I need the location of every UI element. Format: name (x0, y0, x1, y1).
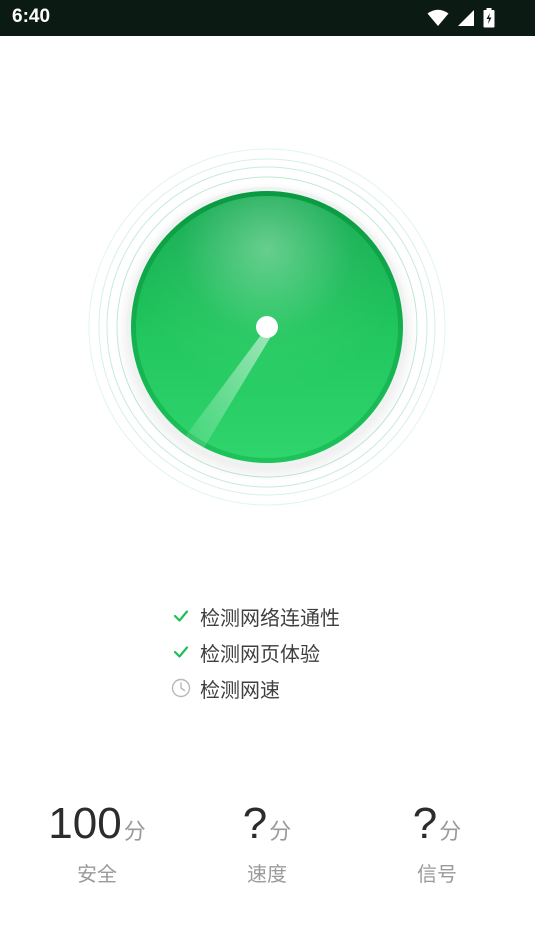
score-unit: 分 (439, 820, 462, 845)
gauge-center-dot (256, 316, 278, 338)
check-item-connectivity: 检测网络连通性 (170, 598, 470, 634)
score-value: 100 (48, 799, 122, 848)
score-speed: ? 分 速度 (177, 790, 357, 887)
status-icons (427, 8, 495, 28)
status-bar: 6:40 (0, 0, 535, 36)
check-item-speed: 检测网速 (170, 670, 470, 706)
check-item-web-experience: 检测网页体验 (170, 634, 470, 670)
cellular-signal-icon (457, 9, 475, 27)
score-unit: 分 (123, 820, 146, 845)
score-summary: 100 分 安全 ? 分 速度 ? 分 信号 (0, 790, 535, 900)
check-item-label: 检测网速 (200, 677, 280, 702)
score-unit: 分 (269, 820, 292, 845)
score-label: 安全 (77, 862, 117, 886)
battery-charging-icon (483, 8, 495, 28)
network-check-gauge (0, 36, 535, 596)
check-item-label: 检测网页体验 (200, 641, 320, 666)
score-security: 100 分 安全 (7, 790, 187, 887)
score-signal: ? 分 信号 (347, 790, 527, 887)
gauge-graphic (88, 148, 446, 506)
wifi-icon (427, 9, 449, 27)
status-time: 6:40 (12, 6, 51, 27)
checkmark-icon (170, 641, 192, 663)
check-list: 检测网络连通性 检测网页体验 检测网速 (170, 598, 470, 706)
score-label: 速度 (247, 862, 287, 886)
score-value: ? (242, 799, 268, 848)
score-label: 信号 (417, 862, 457, 886)
score-value: ? (412, 799, 438, 848)
check-item-label: 检测网络连通性 (200, 605, 340, 630)
checkmark-icon (170, 605, 192, 627)
clock-icon (170, 677, 192, 699)
